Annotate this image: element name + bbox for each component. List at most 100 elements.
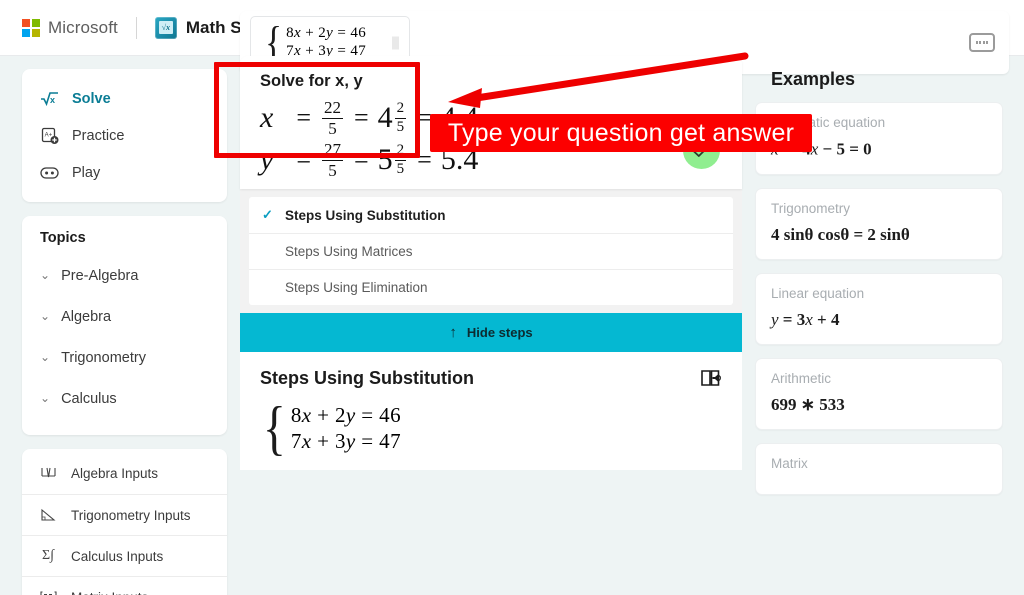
text-cursor	[392, 36, 399, 49]
mixed-numerator: 2	[394, 142, 407, 161]
input-label: Calculus Inputs	[71, 548, 164, 564]
equals-sign: =	[296, 103, 311, 132]
topic-trigonometry[interactable]: ⌄ Trigonometry	[22, 337, 227, 378]
steps-equation-line-2: 7x + 3y = 47	[290, 429, 401, 453]
input-matrix[interactable]: Matrix Inputs	[22, 576, 227, 595]
algebra-inputs-icon	[38, 466, 58, 481]
fraction-denominator: 5	[328, 160, 337, 180]
input-equation-system: { 8x + 2y = 46 7x + 3y = 47	[263, 18, 367, 67]
improper-fraction: 22 5	[322, 99, 343, 137]
fraction-numerator: 22	[322, 98, 343, 119]
sigma-integral-icon: Σ∫	[42, 548, 54, 563]
equals-sign: =	[354, 103, 369, 132]
topic-algebra[interactable]: ⌄ Algebra	[22, 296, 227, 337]
practice-card-icon: A+	[40, 126, 59, 145]
example-linear[interactable]: Linear equation y = 3x + 4	[755, 272, 1003, 345]
method-elimination[interactable]: Steps Using Elimination	[249, 269, 733, 305]
equals-sign: =	[296, 145, 311, 174]
input-equation-line-1: 8x + 2y = 46	[286, 25, 367, 41]
sidebar-nav-card: x Solve A+ Practice Play	[22, 69, 227, 202]
sidebar-item-label: Practice	[72, 127, 125, 144]
method-label: Steps Using Substitution	[285, 207, 446, 223]
microsoft-logo-icon	[22, 18, 40, 37]
example-math: 699 ∗ 533	[771, 394, 845, 414]
answer-variable: x	[260, 101, 274, 134]
mixed-numerator: 2	[394, 100, 407, 119]
example-label: Trigonometry	[771, 200, 851, 216]
steps-header: Steps Using Substitution	[260, 368, 722, 389]
check-icon: ✓	[262, 207, 273, 222]
method-matrices[interactable]: Steps Using Matrices	[249, 233, 733, 269]
play-face-icon	[40, 163, 59, 182]
example-label: Arithmetic	[771, 370, 832, 386]
steps-title: Steps Using Substitution	[260, 368, 474, 388]
steps-section: Steps Using Substitution {8x + 2y = 46 …	[240, 352, 742, 470]
triangle-inputs-icon	[38, 508, 58, 523]
mixed-number: 5 2 5	[377, 142, 409, 177]
topic-label: Calculus	[61, 390, 117, 407]
method-label: Steps Using Matrices	[285, 244, 413, 259]
methods-list: ✓ Steps Using Substitution Steps Using M…	[249, 197, 733, 305]
input-label: Algebra Inputs	[71, 466, 159, 481]
microsoft-brand[interactable]: Microsoft	[22, 18, 118, 38]
topic-label: Pre-Algebra	[61, 267, 139, 284]
hide-steps-button[interactable]: ↑ Hide steps	[240, 313, 742, 352]
sidebar-item-play[interactable]: Play	[22, 154, 227, 191]
steps-equation-system: { 8x + 2y = 46 7x + 3y = 47	[260, 395, 722, 461]
input-label: Matrix Inputs	[71, 590, 148, 595]
topics-card: Topics ⌄ Pre-Algebra ⌄ Algebra ⌄ Trigono…	[22, 216, 227, 435]
topic-pre-algebra[interactable]: ⌄ Pre-Algebra	[22, 255, 227, 296]
annotation-banner-text: Type your question get answer	[447, 118, 795, 147]
example-math: 4 sinθ cosθ = 2 sinθ	[771, 224, 910, 244]
left-brace: {	[265, 18, 283, 67]
chevron-down-icon: ⌄	[40, 308, 51, 323]
annotation-banner: Type your question get answer	[430, 114, 812, 152]
chevron-down-icon: ⌄	[40, 390, 51, 405]
radical-x-icon: x	[40, 89, 59, 108]
svg-text:x: x	[50, 95, 55, 105]
topic-label: Trigonometry	[61, 349, 146, 366]
mixed-denominator: 5	[396, 160, 405, 177]
sidebar-item-solve[interactable]: x Solve	[22, 80, 227, 117]
example-math: y = 3x + 4	[771, 309, 840, 329]
method-substitution[interactable]: ✓ Steps Using Substitution	[249, 197, 733, 233]
matrix-inputs-icon	[38, 590, 58, 595]
math-solver-page: Microsoft √x Math Solver { 8x + 2y = 46 …	[0, 0, 1024, 595]
examples-title: Examples	[771, 69, 856, 89]
example-label: Linear equation	[771, 285, 865, 301]
equals-sign: =	[354, 145, 369, 174]
input-label: Trigonometry Inputs	[71, 507, 191, 523]
input-algebra[interactable]: Algebra Inputs	[22, 453, 227, 494]
input-calculus[interactable]: Σ∫ Calculus Inputs	[22, 535, 227, 576]
header-divider	[135, 16, 137, 39]
answer-variable: y	[260, 143, 274, 176]
chevron-down-icon: ⌄	[40, 349, 51, 364]
mixed-number: 4 2 5	[377, 100, 409, 135]
mixed-denominator: 5	[396, 118, 405, 135]
keyboard-icon[interactable]	[969, 33, 995, 52]
topics-title: Topics	[40, 230, 86, 246]
fraction-numerator: 27	[322, 140, 343, 161]
example-label: Matrix	[771, 455, 808, 471]
topic-calculus[interactable]: ⌄ Calculus	[22, 378, 227, 419]
input-trigonometry[interactable]: Trigonometry Inputs	[22, 494, 227, 535]
math-solver-icon: √x	[154, 16, 177, 39]
sidebar-item-practice[interactable]: A+ Practice	[22, 117, 227, 154]
example-trigonometry[interactable]: Trigonometry 4 sinθ cosθ = 2 sinθ	[755, 187, 1003, 260]
arrow-up-icon: ↑	[449, 324, 457, 341]
solve-title: Solve for x, y	[260, 72, 363, 90]
improper-fraction: 27 5	[322, 141, 343, 179]
read-aloud-icon[interactable]	[700, 369, 722, 388]
topic-label: Algebra	[61, 308, 112, 325]
inputs-card: Algebra Inputs Trigonometry Inputs Σ∫ Ca…	[22, 449, 227, 595]
example-matrix[interactable]: Matrix	[755, 442, 1003, 495]
sidebar-item-label: Solve	[72, 90, 111, 107]
mixed-whole: 5	[377, 143, 393, 176]
steps-equation-line-1: 8x + 2y = 46	[290, 403, 401, 427]
mixed-whole: 4	[377, 101, 393, 134]
example-arithmetic[interactable]: Arithmetic 699 ∗ 533	[755, 357, 1003, 430]
left-brace: {	[262, 395, 286, 461]
hide-steps-label: Hide steps	[466, 325, 533, 340]
method-label: Steps Using Elimination	[285, 280, 428, 295]
fraction-denominator: 5	[328, 118, 337, 138]
